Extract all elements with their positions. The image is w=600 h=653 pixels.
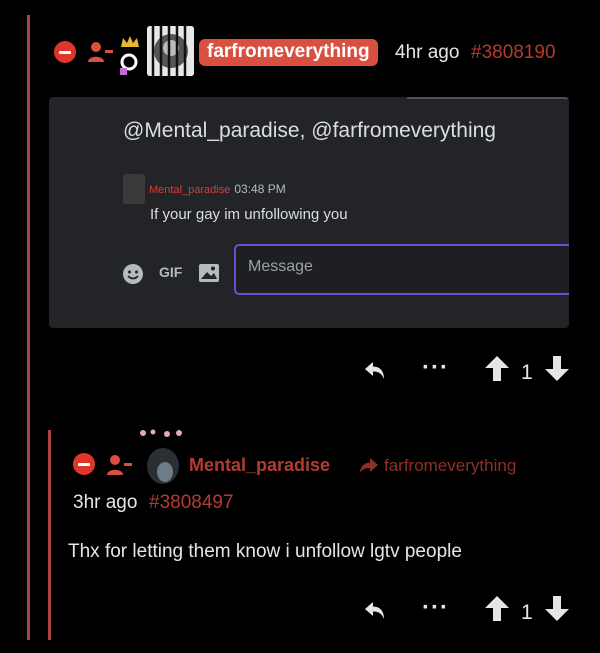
- embed-message-input: Message: [234, 244, 569, 295]
- emoji-icon: [123, 264, 143, 284]
- reply-avatar[interactable]: [137, 428, 185, 486]
- embed-message: If your gay im unfollowing you: [150, 206, 348, 223]
- embed-time: 03:48 PM: [234, 182, 286, 196]
- post-username[interactable]: farfromeverything: [199, 39, 378, 66]
- reply-upvote-icon[interactable]: [484, 595, 510, 622]
- upvote-icon[interactable]: [484, 355, 510, 382]
- reply-icon[interactable]: [363, 359, 387, 381]
- reply-text: Thx for letting them know i unfollow lgt…: [68, 541, 462, 562]
- downvote-icon[interactable]: [544, 355, 570, 382]
- embed-avatar: [123, 174, 145, 204]
- user-minus-icon[interactable]: [88, 40, 114, 64]
- lock-badge-icon: [120, 53, 138, 75]
- avatar[interactable]: [147, 26, 194, 76]
- reply-user-minus-icon[interactable]: [107, 453, 133, 477]
- image-icon: [199, 264, 219, 282]
- reply-parent-link[interactable]: farfromeverything: [384, 456, 516, 476]
- embed-channel-title: @Mental_paradise, @farfromeverything: [123, 119, 496, 142]
- more-options-icon[interactable]: ···: [422, 354, 449, 382]
- reply-time: 3hr ago: [73, 492, 138, 513]
- reply-more-options-icon[interactable]: ···: [422, 594, 449, 622]
- reply-reply-icon[interactable]: [363, 599, 387, 621]
- reply-score: 1: [521, 601, 533, 624]
- embedded-screenshot: @Mental_paradise, @farfromeverything Men…: [49, 97, 569, 328]
- thread-line-inner: [48, 430, 51, 640]
- thread-line-outer: [27, 15, 30, 640]
- reply-id-link[interactable]: #3808497: [149, 492, 234, 514]
- crown-icon: [121, 36, 139, 47]
- embed-author: Mental_paradise: [149, 184, 231, 196]
- reply-username[interactable]: Mental_paradise: [189, 455, 330, 476]
- reply-downvote-icon[interactable]: [544, 595, 570, 622]
- share-arrow-icon: [360, 458, 378, 473]
- embed-gif-label: GIF: [159, 264, 183, 280]
- post-score: 1: [521, 361, 533, 384]
- reply-collapse-button[interactable]: [73, 453, 95, 475]
- post-id-link[interactable]: #3808190: [471, 42, 556, 64]
- post-time: 4hr ago: [395, 42, 460, 63]
- collapse-button[interactable]: [54, 41, 76, 63]
